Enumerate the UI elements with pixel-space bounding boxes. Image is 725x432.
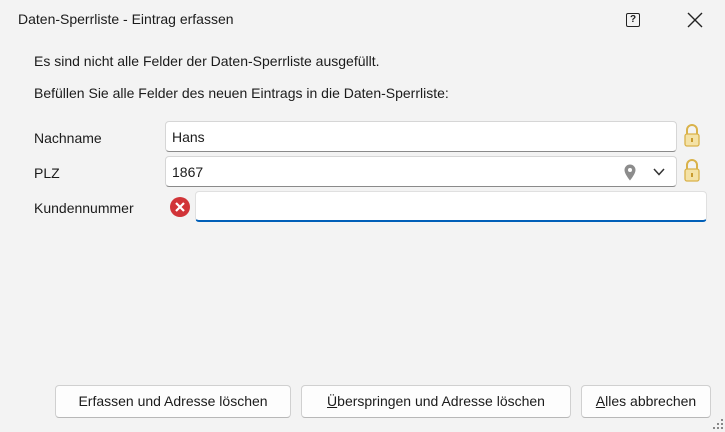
ueberspringen-mnemonic: Ü [327, 393, 338, 409]
ueberspringen-label: berspringen und Adresse löschen [337, 393, 545, 409]
nachname-field[interactable]: Hans [165, 121, 677, 152]
chevron-down-icon[interactable] [652, 166, 666, 178]
help-button[interactable]: ? [624, 11, 642, 29]
close-icon [687, 12, 703, 28]
plz-combobox[interactable]: 1867 [165, 156, 677, 187]
kundennummer-input[interactable] [196, 192, 706, 220]
instruction-message: Befüllen Sie alle Felder des neuen Eintr… [34, 85, 449, 101]
lock-icon [684, 159, 700, 182]
abbrechen-mnemonic: A [595, 393, 606, 409]
error-icon [170, 197, 190, 217]
location-pin-icon[interactable] [624, 164, 636, 181]
resize-grip-icon[interactable] [712, 418, 724, 430]
plz-value: 1867 [172, 164, 204, 180]
kundennummer-label: Kundennummer [34, 200, 134, 216]
ueberspringen-und-adresse-loeschen-button[interactable]: Überspringen und Adresse löschen [301, 385, 571, 418]
window-title: Daten-Sperrliste - Eintrag erfassen [18, 11, 234, 27]
alles-abbrechen-button[interactable]: Alles abbrechen [581, 385, 711, 418]
erfassen-und-adresse-loeschen-button[interactable]: Erfassen und Adresse löschen [55, 385, 291, 418]
dialog: Daten-Sperrliste - Eintrag erfassen ? Es… [0, 0, 725, 432]
lock-icon [684, 124, 700, 147]
help-icon: ? [626, 13, 640, 27]
info-message: Es sind nicht alle Felder der Daten-Sper… [34, 53, 380, 69]
nachname-label: Nachname [34, 130, 102, 146]
nachname-value: Hans [172, 129, 205, 145]
abbrechen-label: lles abbrechen [605, 393, 697, 409]
close-button[interactable] [684, 9, 706, 31]
erfassen-label: Erfassen und Adresse löschen [78, 393, 268, 409]
plz-label: PLZ [34, 165, 60, 181]
kundennummer-field[interactable] [195, 191, 707, 222]
title-bar: Daten-Sperrliste - Eintrag erfassen ? [0, 0, 725, 40]
